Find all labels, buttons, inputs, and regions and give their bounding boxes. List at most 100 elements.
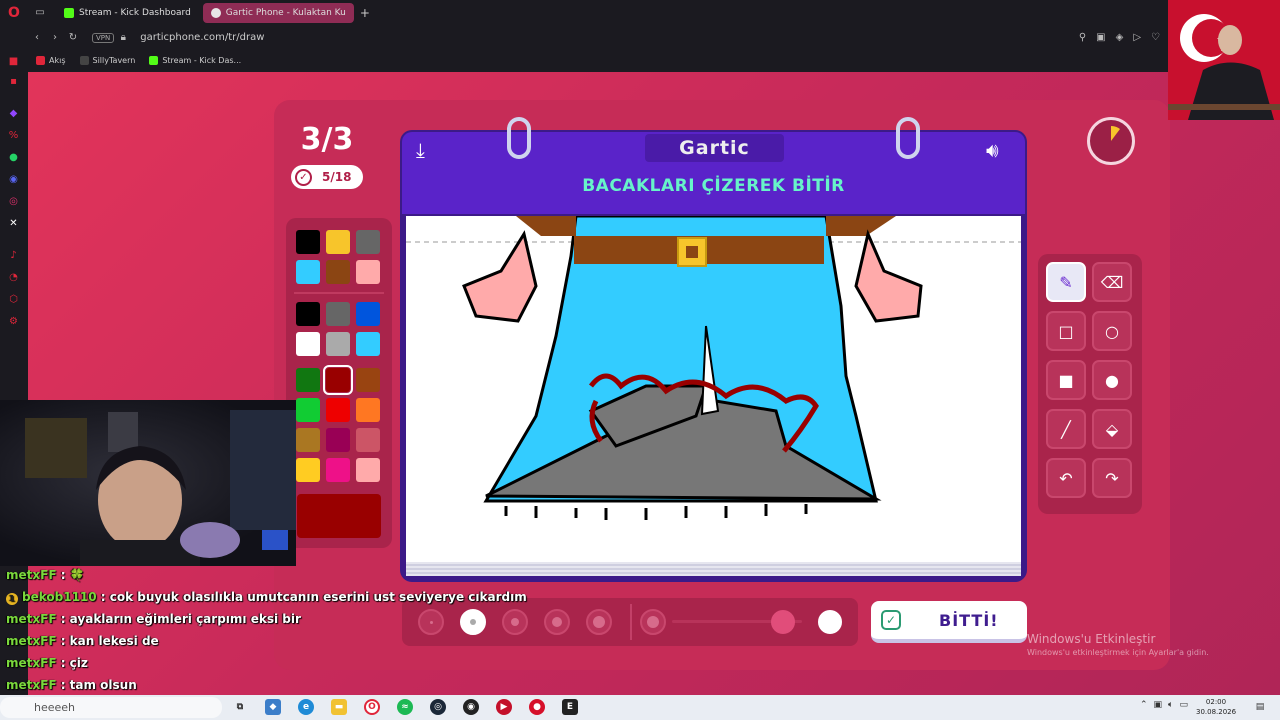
color-swatch[interactable] [326, 230, 350, 254]
color-swatch[interactable] [323, 365, 353, 395]
pin-icon[interactable]: ⚲ [1079, 32, 1086, 43]
x-icon[interactable]: ✕ [7, 217, 20, 230]
chat-username[interactable]: metxFF [6, 678, 57, 692]
discord-icon[interactable]: ◉ [7, 173, 20, 186]
whatsapp-icon[interactable]: ● [7, 151, 20, 164]
play-icon[interactable]: ▷ [1133, 32, 1141, 43]
check-icon: ✓ [295, 168, 312, 186]
back-icon[interactable]: ‹ [28, 32, 46, 43]
download-icon[interactable]: ⤓ [416, 138, 425, 162]
color-swatch[interactable] [296, 302, 320, 326]
eraser-icon[interactable]: ⌫ [1092, 262, 1132, 302]
shield-icon[interactable]: ◈ [1116, 32, 1124, 43]
line-icon[interactable]: ╱ [1046, 409, 1086, 449]
task-view-icon[interactable]: ⧉ [232, 699, 248, 715]
url-field[interactable]: garticphone.com/tr/draw [140, 32, 264, 43]
tab-menu-icon[interactable]: ▭ [28, 0, 52, 25]
news-icon[interactable]: ■ [7, 55, 20, 68]
obs-icon[interactable]: ◉ [463, 699, 479, 715]
color-swatch[interactable] [326, 458, 350, 482]
opera-logo-icon[interactable]: O [0, 0, 28, 25]
vpn-badge[interactable]: VPN [92, 32, 115, 43]
mail-icon[interactable]: ▪ [7, 75, 20, 88]
bookmark-sillytavern[interactable]: SillyTavern [79, 55, 135, 65]
chat-message: metxFF : tam olsun [6, 678, 137, 692]
color-swatch[interactable] [356, 428, 380, 452]
recorder-icon[interactable]: ▶ [496, 699, 512, 715]
chat-username[interactable]: metxFF [6, 656, 57, 670]
done-button[interactable]: ✓ BİTTİ! [871, 601, 1027, 643]
taskbar-clock[interactable]: 02:00 30.08.2026 [1196, 697, 1236, 717]
brush-size-option[interactable] [544, 609, 570, 635]
color-swatch[interactable] [356, 230, 380, 254]
opera-taskbar-icon[interactable]: O [364, 699, 380, 715]
chat-username[interactable]: bekob1110 [22, 590, 97, 604]
redo-icon[interactable]: ↷ [1092, 458, 1132, 498]
chat-username[interactable]: metxFF [6, 612, 57, 626]
opacity-low-knob[interactable] [640, 609, 666, 635]
ellipse-outline-icon[interactable]: ○ [1092, 311, 1132, 351]
rectangle-outline-icon[interactable]: □ [1046, 311, 1086, 351]
taskbar-search-input[interactable]: heeeeh [0, 697, 222, 718]
pencil-icon[interactable]: ✎ [1046, 262, 1086, 302]
color-swatch[interactable] [326, 332, 350, 356]
undo-icon[interactable]: ↶ [1046, 458, 1086, 498]
color-swatch[interactable] [326, 398, 350, 422]
ellipse-filled-icon[interactable]: ● [1092, 360, 1132, 400]
sillytavern-icon [79, 55, 89, 65]
history-icon[interactable]: ◔ [7, 271, 20, 284]
brush-size-option[interactable] [502, 609, 528, 635]
reload-icon[interactable]: ↻ [64, 32, 82, 43]
color-swatch[interactable] [326, 428, 350, 452]
edge-icon[interactable]: e [298, 699, 314, 715]
snapshot-icon[interactable]: ▣ [1096, 32, 1105, 43]
settings-icon[interactable]: ⚙ [7, 315, 20, 328]
percent-icon[interactable]: % [7, 129, 20, 142]
color-swatch[interactable] [296, 332, 320, 356]
color-swatch[interactable] [296, 368, 320, 392]
extensions-icon[interactable]: ⬡ [7, 293, 20, 306]
color-swatch[interactable] [356, 260, 380, 284]
spotify-icon[interactable]: ≈ [397, 699, 413, 715]
tab-kick-dashboard[interactable]: Stream - Kick Dashboard [56, 3, 199, 23]
color-swatch[interactable] [356, 368, 380, 392]
color-swatch[interactable] [296, 260, 320, 284]
tab-bar: O ▭ Stream - Kick Dashboard Gartic Phone… [0, 0, 1280, 25]
bookmark-akis[interactable]: Akış [36, 55, 66, 65]
color-swatch[interactable] [296, 428, 320, 452]
color-swatch[interactable] [296, 398, 320, 422]
screen-capture-icon[interactable]: ● [529, 699, 545, 715]
color-swatch[interactable] [356, 302, 380, 326]
tab-label: Stream - Kick Dashboard [79, 7, 191, 18]
bookmark-kick[interactable]: Stream - Kick Das... [149, 55, 241, 65]
steam-icon[interactable]: ◎ [430, 699, 446, 715]
instagram-icon[interactable]: ◎ [7, 195, 20, 208]
file-explorer-icon[interactable]: ▬ [331, 699, 347, 715]
drawing-canvas[interactable] [406, 214, 1021, 562]
color-swatch[interactable] [356, 458, 380, 482]
twitch-icon[interactable]: ◆ [7, 107, 20, 120]
forward-icon[interactable]: › [46, 32, 64, 43]
new-tab-button[interactable]: + [360, 6, 370, 20]
opacity-slider-thumb[interactable] [770, 610, 795, 634]
photos-icon[interactable]: ◆ [265, 699, 281, 715]
chat-username[interactable]: metxFF [6, 634, 57, 648]
heart-icon[interactable]: ♡ [1151, 32, 1160, 43]
system-tray[interactable]: ⌃▣🔈︎▭ [1140, 700, 1194, 710]
notifications-icon[interactable]: ▤ [1252, 699, 1268, 715]
color-swatch[interactable] [356, 398, 380, 422]
brush-size-option[interactable] [586, 609, 612, 635]
color-swatch[interactable] [296, 230, 320, 254]
color-swatch[interactable] [326, 260, 350, 284]
epic-games-icon[interactable]: E [562, 699, 578, 715]
opacity-high-knob[interactable] [818, 610, 842, 634]
rectangle-filled-icon[interactable]: ■ [1046, 360, 1086, 400]
music-icon[interactable]: ♪ [7, 249, 20, 262]
volume-icon[interactable]: 🔊︎ [986, 138, 999, 162]
color-swatch[interactable] [356, 332, 380, 356]
color-swatch[interactable] [326, 302, 350, 326]
fill-bucket-icon[interactable]: ⬙ [1092, 409, 1132, 449]
color-swatch[interactable] [296, 458, 320, 482]
chat-username[interactable]: metxFF [6, 568, 57, 582]
tab-gartic-phone[interactable]: Gartic Phone - Kulaktan Ku [202, 2, 354, 23]
